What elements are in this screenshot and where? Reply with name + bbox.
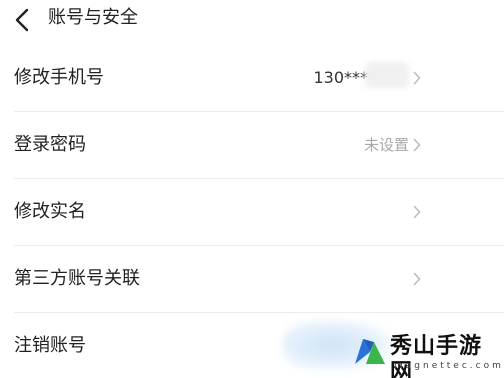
brand-logo-icon (355, 339, 385, 364)
chevron-right-icon (413, 138, 421, 152)
row-label: 登录密码 (14, 134, 86, 155)
watermark-domain: magnettec.com (394, 361, 504, 371)
account-security-screen: 账号与安全 修改手机号 130**** 登录密码 未设置 修改实名 第三方账号关… (0, 0, 504, 378)
row-login-password[interactable]: 登录密码 未设置 (0, 112, 504, 178)
row-third-party-accounts[interactable]: 第三方账号关联 (0, 246, 504, 312)
watermark: 秀山手游网 magnettec.com (352, 332, 504, 378)
chevron-right-icon (413, 205, 421, 219)
watermark-brand: 秀山手游网 (390, 333, 483, 378)
password-status: 未设置 (363, 136, 409, 154)
page-title: 账号与安全 (48, 7, 138, 28)
row-label: 修改手机号 (14, 67, 104, 88)
header: 账号与安全 (0, 0, 504, 44)
row-label: 修改实名 (14, 201, 86, 222)
redacted-area (365, 62, 409, 88)
row-change-phone[interactable]: 修改手机号 130**** (0, 45, 504, 111)
chevron-right-icon (413, 272, 421, 286)
chevron-right-icon (413, 71, 421, 85)
back-button[interactable] (6, 4, 38, 36)
chevron-left-icon (15, 8, 29, 32)
row-change-realname[interactable]: 修改实名 (0, 179, 504, 245)
row-label: 第三方账号关联 (14, 268, 140, 289)
row-label: 注销账号 (14, 335, 86, 356)
